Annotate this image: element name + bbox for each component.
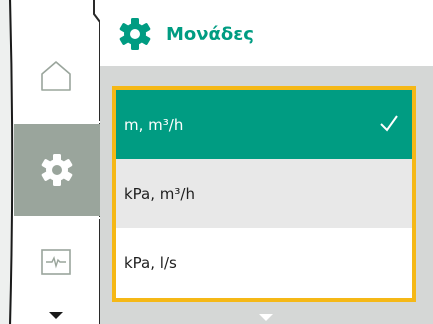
home-icon — [41, 61, 71, 91]
units-list: m, m³/h kPa, m³/h kPa, l/s — [112, 86, 416, 302]
list-item-label: kPa, l/s — [124, 253, 177, 272]
sidebar-item-monitor[interactable] — [14, 222, 98, 302]
gear-icon — [41, 154, 73, 186]
page-title: Μονάδες — [166, 24, 254, 45]
list-item-kpa-m3h[interactable]: kPa, m³/h — [116, 159, 412, 228]
units-screen: Μονάδες m, m³/h kPa, m³/h kPa, l/s — [0, 0, 433, 324]
list-item-kpa-ls[interactable]: kPa, l/s — [116, 228, 412, 297]
content-area: m, m³/h kPa, m³/h kPa, l/s — [100, 66, 433, 324]
check-icon — [380, 115, 398, 132]
chevron-down-icon[interactable] — [259, 314, 273, 322]
list-item-m-m3h[interactable]: m, m³/h — [116, 90, 412, 159]
gear-icon — [119, 18, 151, 50]
sidebar-more[interactable] — [14, 308, 98, 324]
sidebar-item-home[interactable] — [14, 30, 98, 122]
pulse-monitor-icon — [41, 249, 71, 275]
header: Μονάδες — [100, 0, 433, 66]
chevron-down-icon — [49, 312, 63, 319]
sidebar-item-settings[interactable] — [14, 124, 100, 216]
list-item-label: kPa, m³/h — [124, 184, 195, 203]
list-item-label: m, m³/h — [124, 115, 184, 134]
